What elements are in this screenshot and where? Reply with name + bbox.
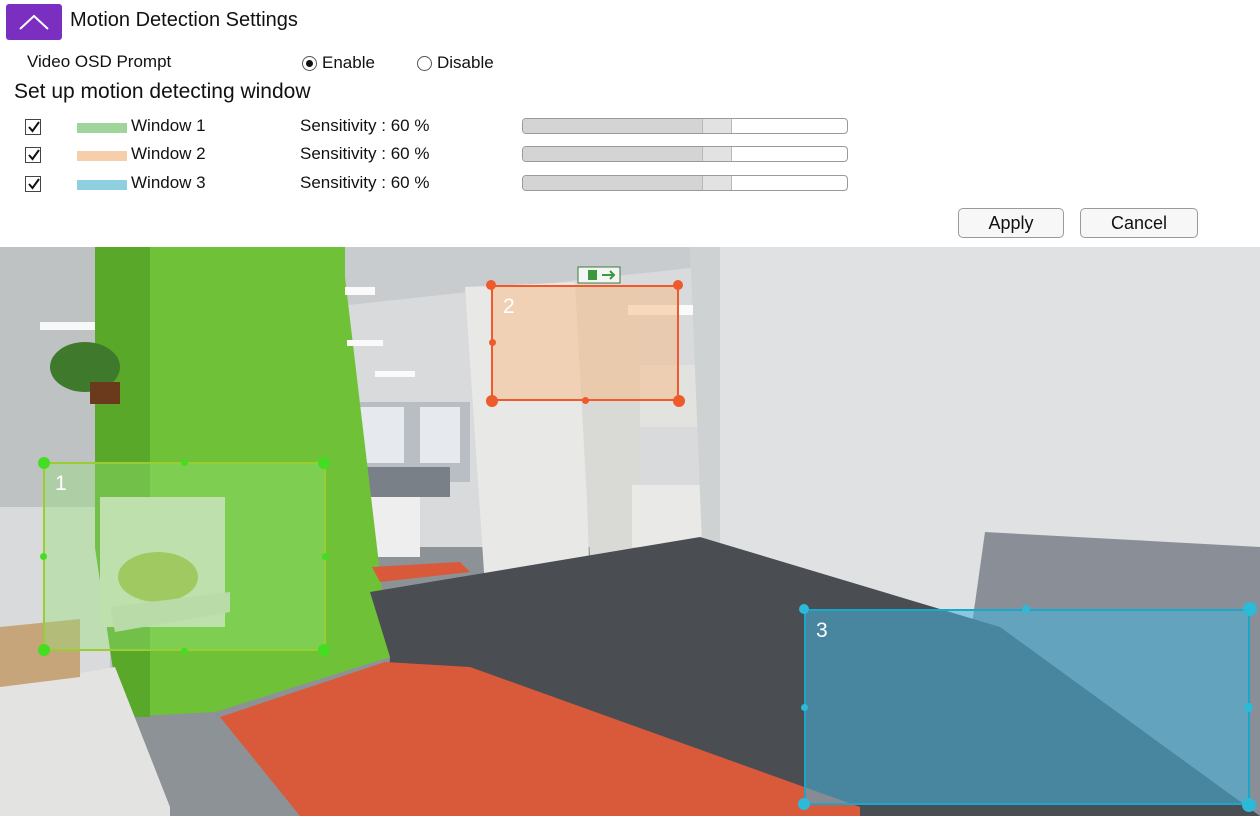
zone-3-resize-handle[interactable] [798, 798, 810, 810]
slider-fill [523, 147, 717, 161]
window-row-3: Window 3 Sensitivity : 60 % [0, 173, 900, 197]
slider-thumb[interactable] [702, 176, 732, 190]
motion-zone-1-number: 1 [55, 472, 67, 495]
chevron-up-icon [19, 14, 49, 30]
motion-zone-3[interactable]: 3 [804, 609, 1250, 805]
collapse-button[interactable] [6, 4, 62, 40]
window-2-checkbox[interactable] [25, 147, 41, 163]
window-1-sensitivity-text: Sensitivity : 60 % [300, 116, 430, 135]
motion-zone-2-number: 2 [503, 295, 515, 318]
checkmark-icon [28, 149, 40, 161]
window-row-2: Window 2 Sensitivity : 60 % [0, 144, 900, 168]
exit-sign-icon [577, 266, 621, 284]
window-3-sensitivity-slider[interactable] [522, 175, 848, 191]
zone-3-resize-handle[interactable] [799, 604, 809, 614]
window-3-color-swatch [77, 180, 127, 190]
window-1-sensitivity-slider[interactable] [522, 118, 848, 134]
zone-1-resize-handle[interactable] [318, 644, 330, 656]
window-2-sensitivity-text: Sensitivity : 60 % [300, 144, 430, 163]
window-3-label: Window 3 [131, 173, 206, 192]
window-1-color-swatch [77, 123, 127, 133]
radio-unselected-indicator [417, 55, 432, 71]
zone-3-edge-handle[interactable] [1244, 703, 1253, 712]
zone-1-edge-handle[interactable] [322, 553, 329, 560]
zone-3-resize-handle[interactable] [1243, 602, 1257, 616]
zone-1-edge-handle[interactable] [181, 648, 188, 655]
slider-fill [523, 176, 717, 190]
slider-thumb[interactable] [702, 147, 732, 161]
window-row-1: Window 1 Sensitivity : 60 % [0, 116, 900, 140]
zone-1-resize-handle[interactable] [318, 457, 330, 469]
window-3-checkbox[interactable] [25, 176, 41, 192]
zone-2-resize-handle[interactable] [486, 280, 496, 290]
windows-section-title: Set up motion detecting window [14, 80, 311, 103]
osd-enable-radio[interactable]: Enable [302, 53, 375, 73]
zone-3-edge-handle[interactable] [1022, 605, 1030, 613]
osd-disable-radio[interactable]: Disable [417, 53, 494, 73]
zone-3-edge-handle[interactable] [801, 704, 808, 711]
window-1-label: Window 1 [131, 116, 206, 135]
zone-1-edge-handle[interactable] [181, 459, 188, 466]
checkmark-icon [28, 178, 40, 190]
motion-zone-3-number: 3 [816, 619, 828, 642]
radio-selected-indicator [302, 55, 317, 71]
zone-3-resize-handle[interactable] [1242, 798, 1256, 812]
osd-enable-label: Enable [322, 53, 375, 72]
motion-zone-2[interactable]: 2 [491, 285, 679, 401]
zone-1-resize-handle[interactable] [38, 457, 50, 469]
window-1-checkbox[interactable] [25, 119, 41, 135]
section-title: Motion Detection Settings [70, 9, 298, 31]
osd-disable-label: Disable [437, 53, 494, 72]
zone-2-edge-handle[interactable] [489, 339, 496, 346]
window-2-color-swatch [77, 151, 127, 161]
osd-prompt-label: Video OSD Prompt [27, 52, 172, 71]
video-preview[interactable]: 1 2 3 [0, 247, 1260, 816]
zone-1-resize-handle[interactable] [38, 644, 50, 656]
slider-thumb[interactable] [702, 119, 732, 133]
window-2-sensitivity-slider[interactable] [522, 146, 848, 162]
slider-fill [523, 119, 717, 133]
zone-1-edge-handle[interactable] [40, 553, 47, 560]
zone-2-resize-handle[interactable] [673, 395, 685, 407]
checkmark-icon [28, 121, 40, 133]
zone-2-resize-handle[interactable] [486, 395, 498, 407]
apply-button[interactable]: Apply [958, 208, 1064, 238]
motion-zone-1[interactable]: 1 [43, 462, 326, 651]
window-3-sensitivity-text: Sensitivity : 60 % [300, 173, 430, 192]
zone-2-resize-handle[interactable] [673, 280, 683, 290]
window-2-label: Window 2 [131, 144, 206, 163]
cancel-button[interactable]: Cancel [1080, 208, 1198, 238]
zone-2-edge-handle[interactable] [582, 397, 589, 404]
